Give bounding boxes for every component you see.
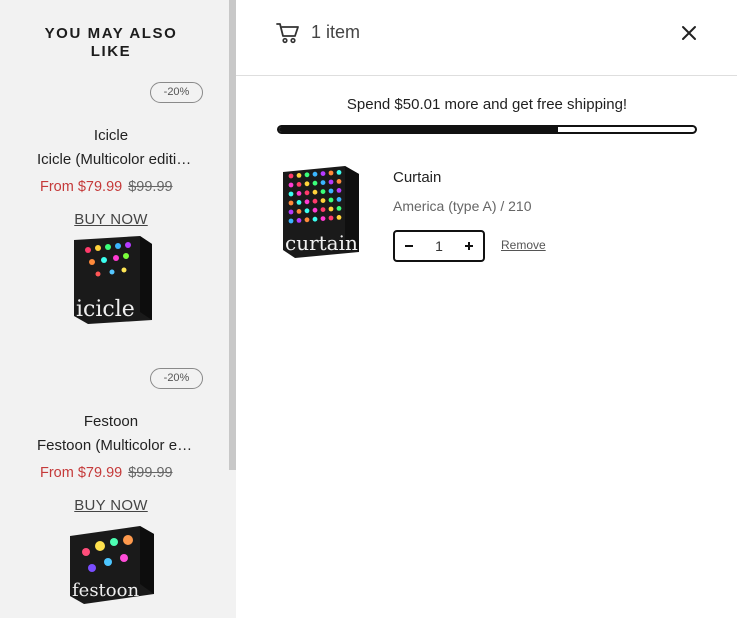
curtain-product-image[interactable]: curtain [281,164,361,258]
light-dot [312,180,318,186]
increase-quantity-button[interactable] [455,232,483,260]
buy-now-button[interactable]: BUY NOW [0,211,222,228]
quantity-input[interactable] [424,238,454,254]
light-dot [288,218,294,224]
light-dot [288,173,294,179]
price-row: From $79.99 $99.99 [40,179,173,195]
curtain-box-lettering: curtain [285,231,358,255]
light-dot [296,200,302,205]
light-dot [320,198,326,203]
light-dot [288,191,294,197]
decrease-quantity-button[interactable] [395,232,423,260]
recommendation-card: -20% Festoon Festoon (Multicolor edition… [0,286,224,604]
light-dot [304,208,310,214]
close-icon[interactable] [676,20,702,46]
line-item-variant: America (type A) / 210 [393,198,532,214]
festoon-box-lettering: festoon [72,580,139,601]
light-dot [320,189,326,194]
plus-icon [465,242,473,250]
light-dot [336,179,342,184]
light-dot [336,188,342,193]
free-shipping-message: Spend $50.01 more and get free shipping! [346,96,628,113]
cart-drawer: 1 item Spend $50.01 more and get free sh… [236,0,737,618]
free-shipping-progress [277,125,697,134]
sale-price: From $79.99 [40,465,123,481]
light-dot [328,170,334,176]
remove-item-link[interactable]: Remove [501,238,546,252]
sale-price: From $79.99 [40,179,123,195]
light-dot [288,182,294,188]
light-dot [296,191,302,196]
recommendation-card: -20% Icicle Icicle (Multicolor edition) … [0,0,224,324]
light-dot [328,179,334,185]
light-dot [312,171,318,177]
light-dot [328,188,334,194]
light-dot [296,173,302,178]
product-name[interactable]: Icicle [0,127,222,144]
light-dot [320,180,326,185]
light-dot [320,171,326,176]
product-variant[interactable]: Festoon (Multicolor edition) [37,437,197,454]
price-row: From $79.99 $99.99 [40,465,173,481]
discount-badge: -20% [150,82,203,103]
progress-fill [279,127,558,132]
light-dot [304,217,310,223]
light-dot [296,218,302,223]
light-dot [328,197,334,203]
light-dot [304,181,310,187]
light-dot [320,207,326,212]
original-price: $99.99 [128,179,173,195]
light-dot [336,197,342,202]
minus-icon [405,245,413,247]
light-dot [312,198,318,204]
light-dot [336,170,342,175]
light-dot [328,206,334,212]
recommendations-panel: YOU MAY ALSO LIKE -20% Icicle Icicle (Mu… [0,0,236,618]
light-dot [312,216,318,222]
discount-badge: -20% [150,368,203,389]
cart-header: 1 item [236,0,737,76]
line-item-title[interactable]: Curtain [393,169,441,186]
original-price: $99.99 [128,465,173,481]
light-dot [296,182,302,187]
festoon-product-image[interactable]: festoon [66,522,158,606]
light-dot [304,190,310,196]
light-dot [288,200,294,206]
light-dot [320,216,326,221]
light-dot [304,199,310,205]
cart-icon [276,23,299,44]
light-dot [328,215,334,221]
quantity-stepper [393,230,485,262]
cart-item-count: 1 item [311,22,361,42]
product-variant[interactable]: Icicle (Multicolor edition) [37,151,197,168]
light-dot [336,215,342,220]
panel-scrollbar[interactable] [229,0,236,470]
light-dot [312,189,318,195]
light-dot [288,209,294,215]
buy-now-button[interactable]: BUY NOW [0,497,222,514]
light-dot [336,206,342,211]
light-dot [296,209,302,214]
product-name[interactable]: Festoon [0,413,222,430]
light-dot [304,172,310,178]
light-dot [312,207,318,213]
